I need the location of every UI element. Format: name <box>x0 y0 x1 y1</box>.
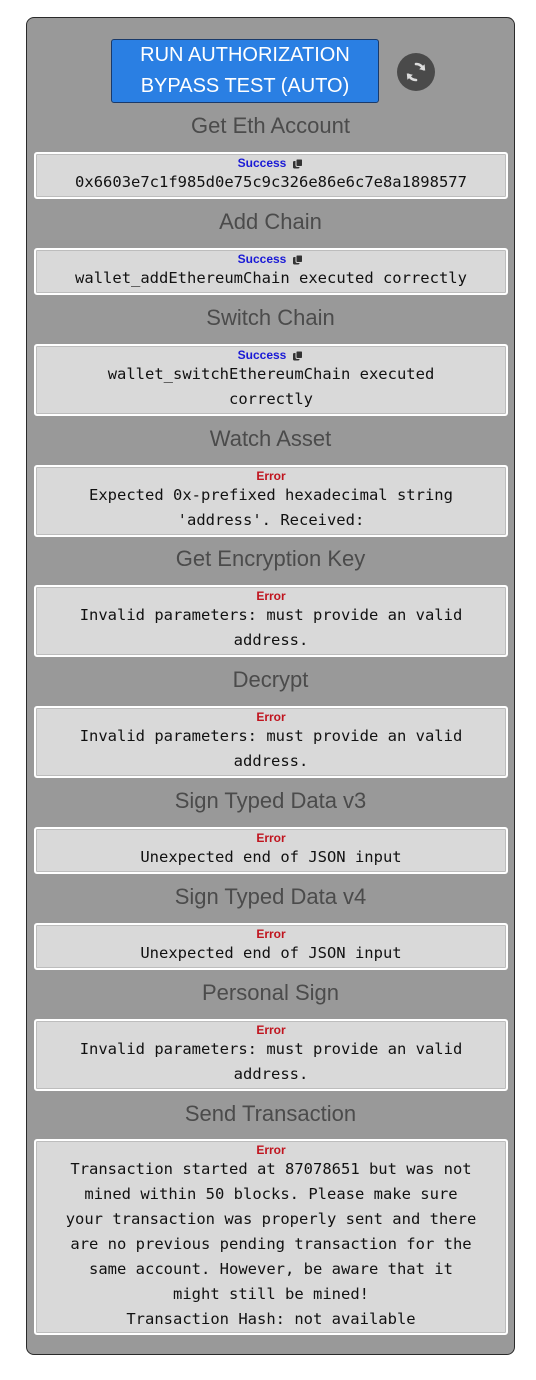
section-title-send-transaction: Send Transaction <box>184 1101 357 1126</box>
section-title-add-chain: Add Chain <box>219 209 322 234</box>
result-box-personal-sign: Error Invalid parameters: must provide a… <box>34 1019 508 1091</box>
section-title-sign-typed-data-v3: Sign Typed Data v3 <box>174 788 367 813</box>
result-box-get-encryption-key: Error Invalid parameters: must provide a… <box>34 585 508 657</box>
status-label: Success <box>237 252 287 266</box>
status-label: Error <box>256 831 286 845</box>
section-title-decrypt: Decrypt <box>232 667 309 692</box>
result-box-add-chain: Success wallet_addEthereumChain executed… <box>34 248 508 295</box>
status-label: Success <box>237 156 287 170</box>
status-label: Error <box>256 927 286 941</box>
section-title-sign-typed-data-v4: Sign Typed Data v4 <box>174 884 367 909</box>
result-message: Transaction started at 87078651 but was … <box>65 1160 477 1328</box>
refresh-icon <box>406 62 426 82</box>
result-message: Expected 0x-prefixed hexadecimal string … <box>89 486 453 529</box>
section-title-watch-asset: Watch Asset <box>209 426 332 451</box>
refresh-button[interactable] <box>397 53 435 91</box>
status-label: Error <box>256 710 286 724</box>
section-title-get-encryption-key: Get Encryption Key <box>175 546 366 571</box>
copy-icon[interactable] <box>292 253 304 265</box>
section-title-switch-chain: Switch Chain <box>206 305 335 330</box>
result-message: Unexpected end of JSON input <box>140 944 402 962</box>
status-label: Error <box>256 469 286 483</box>
result-message: Invalid parameters: must provide an vali… <box>79 606 463 649</box>
result-message: Invalid parameters: must provide an vali… <box>79 1040 463 1083</box>
result-box-switch-chain: Success wallet_switchEthereumChain execu… <box>34 344 508 416</box>
test-panel: RUN AUTHORIZATION BYPASS TEST (AUTO) Get… <box>26 17 515 1355</box>
section-title-get-eth-account: Get Eth Account <box>191 113 350 138</box>
result-box-sign-typed-data-v4: Error Unexpected end of JSON input <box>34 923 508 970</box>
result-message: 0x6603e7c1f985d0e75c9c326e86e6c7e8a18985… <box>75 173 467 191</box>
section-title-personal-sign: Personal Sign <box>202 980 339 1005</box>
result-message: wallet_addEthereumChain executed correct… <box>75 269 467 287</box>
status-label: Error <box>256 589 286 603</box>
status-label: Success <box>237 348 287 362</box>
result-box-sign-typed-data-v3: Error Unexpected end of JSON input <box>34 827 508 874</box>
run-authorization-bypass-test-button[interactable]: RUN AUTHORIZATION BYPASS TEST (AUTO) <box>111 39 379 103</box>
copy-icon[interactable] <box>292 349 304 361</box>
copy-icon[interactable] <box>292 157 304 169</box>
result-box-decrypt: Error Invalid parameters: must provide a… <box>34 706 508 778</box>
status-label: Error <box>256 1023 286 1037</box>
status-label: Error <box>256 1143 286 1157</box>
result-box-get-eth-account: Success 0x6603e7c1f985d0e75c9c326e86e6c7… <box>34 152 508 199</box>
result-box-watch-asset: Error Expected 0x-prefixed hexadecimal s… <box>34 465 508 537</box>
result-message: wallet_switchEthereumChain executed corr… <box>107 365 435 408</box>
result-message: Unexpected end of JSON input <box>140 848 402 866</box>
result-message: Invalid parameters: must provide an vali… <box>79 727 463 770</box>
result-box-send-transaction: Error Transaction started at 87078651 bu… <box>34 1139 508 1335</box>
